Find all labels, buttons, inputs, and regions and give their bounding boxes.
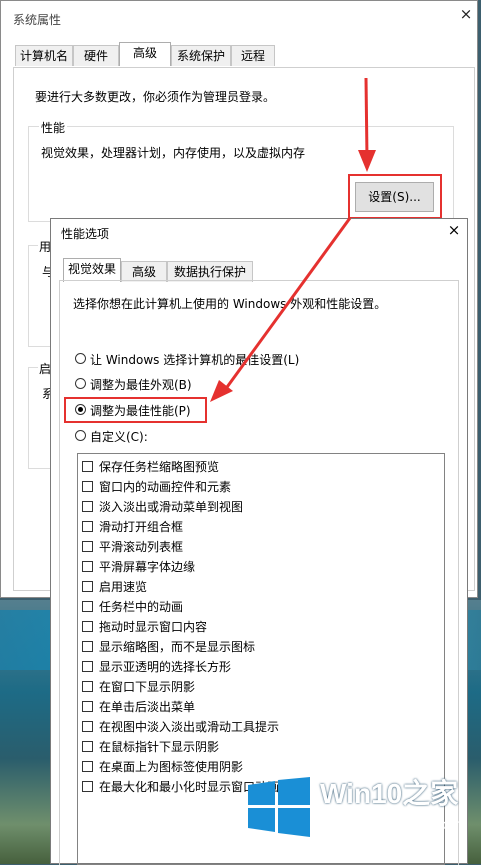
checkbox-label: 任务栏中的动画 — [99, 600, 184, 614]
checkbox-label: 平滑屏幕字体边缘 — [99, 560, 196, 574]
checkbox[interactable] — [82, 781, 93, 792]
checkbox-label: 滑动打开组合框 — [99, 520, 184, 534]
checkbox-label: 在桌面上为图标签使用阴影 — [99, 760, 244, 774]
radio-label: 调整为最佳外观(B) — [90, 378, 192, 392]
dialog-title: 性能选项 — [61, 227, 110, 241]
checkbox-label: 在视图中淡入淡出或滑动工具提示 — [99, 720, 280, 734]
checkbox-label: 显示缩略图，而不是显示图标 — [99, 640, 256, 654]
tab-remote[interactable]: 远程 — [231, 45, 275, 66]
tab-hardware[interactable]: 硬件 — [73, 45, 119, 66]
checkbox[interactable] — [82, 461, 93, 472]
checkbox-label: 平滑滚动列表框 — [99, 540, 184, 554]
checkbox[interactable] — [82, 741, 93, 752]
checkbox-label: 在鼠标指针下显示阴影 — [99, 740, 220, 754]
checkbox[interactable] — [82, 681, 93, 692]
tab-visual-effects[interactable]: 视觉效果 — [63, 258, 121, 282]
checkbox[interactable] — [82, 761, 93, 772]
watermark-url: www.win10xitong.com — [324, 816, 462, 832]
performance-description: 视觉效果，处理器计划，内存使用，以及虚拟内存 — [41, 146, 306, 160]
checkbox-label: 窗口内的动画控件和元素 — [99, 480, 232, 494]
tab-advanced[interactable]: 高级 — [119, 42, 171, 66]
highlight-box-best-performance — [64, 397, 207, 423]
tab-advanced[interactable]: 高级 — [121, 261, 167, 282]
tab-data-execution-prevention[interactable]: 数据执行保护 — [167, 261, 253, 282]
checkbox[interactable] — [82, 521, 93, 532]
visual-effects-description: 选择你想在此计算机上使用的 Windows 外观和性能设置。 — [73, 297, 387, 311]
checkbox[interactable] — [82, 721, 93, 732]
highlight-box-settings — [348, 174, 442, 219]
radio-button[interactable] — [75, 430, 86, 441]
checkbox[interactable] — [82, 701, 93, 712]
checkbox-label: 在单击后淡出菜单 — [99, 700, 196, 714]
checkbox[interactable] — [82, 581, 93, 592]
performance-options-dialog: 性能选项 × 视觉效果 高级 数据执行保护 选择你想在此计算机上使用的 Wind… — [50, 218, 468, 865]
radio-label: 自定义(C): — [90, 430, 148, 444]
radio-button[interactable] — [75, 378, 86, 389]
radio-button[interactable] — [75, 353, 86, 364]
win10-watermark-logo: Win10之家 www.win10xitong.com — [248, 774, 474, 854]
checkbox[interactable] — [82, 561, 93, 572]
checkbox[interactable] — [82, 601, 93, 612]
windows-logo-icon — [248, 777, 310, 837]
checkbox[interactable] — [82, 661, 93, 672]
checkbox[interactable] — [82, 621, 93, 632]
checkbox-label: 淡入淡出或滑动菜单到视图 — [99, 500, 244, 514]
watermark-brand: Win10之家 — [320, 778, 459, 809]
radio-label: 让 Windows 选择计算机的最佳设置(L) — [90, 353, 300, 367]
checkbox-label: 在窗口下显示阴影 — [99, 680, 196, 694]
close-button[interactable]: × — [456, 5, 476, 23]
checkbox[interactable] — [82, 481, 93, 492]
checkbox[interactable] — [82, 501, 93, 512]
performance-label: 性能 — [39, 119, 68, 136]
checkbox-label: 启用速览 — [99, 580, 148, 594]
checkbox-label: 显示亚透明的选择长方形 — [99, 660, 232, 674]
checkbox-label: 保存任务栏缩略图预览 — [99, 460, 220, 474]
dialog-close-button[interactable]: × — [444, 221, 464, 239]
window-title: 系统属性 — [13, 13, 62, 27]
admin-note: 要进行大多数更改，你必须作为管理员登录。 — [35, 90, 276, 104]
checkbox[interactable] — [82, 641, 93, 652]
checkbox[interactable] — [82, 541, 93, 552]
checkbox-label: 拖动时显示窗口内容 — [99, 620, 208, 634]
tab-system-protection[interactable]: 系统保护 — [171, 45, 231, 66]
tab-computer-name[interactable]: 计算机名 — [15, 45, 73, 66]
